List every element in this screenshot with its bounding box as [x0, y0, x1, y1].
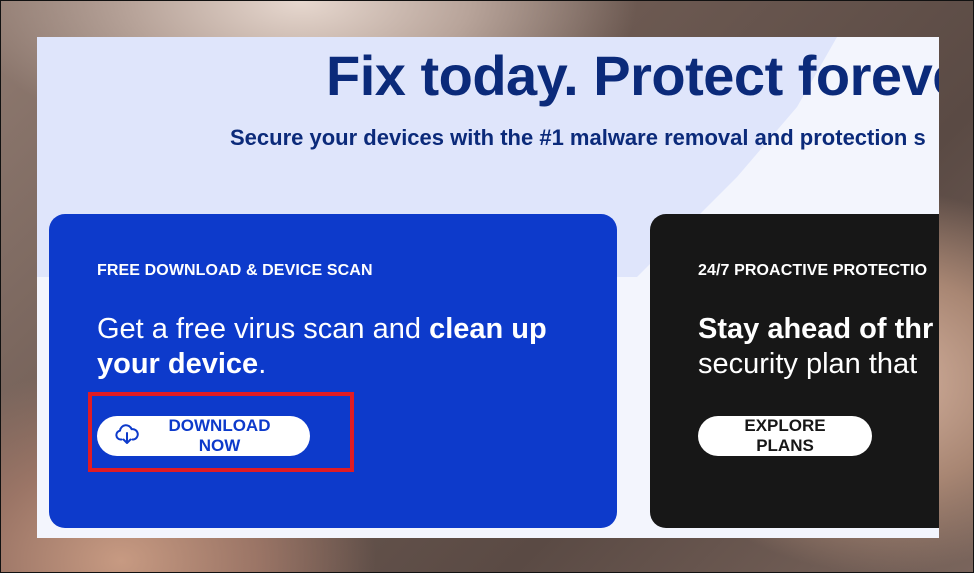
explore-plans-button[interactable]: EXPLORE PLANS — [698, 416, 872, 456]
cloud-download-icon — [115, 423, 139, 450]
hero-subheadline: Secure your devices with the #1 malware … — [230, 125, 926, 150]
protection-card: 24/7 PROACTIVE PROTECTIO Stay ahead of t… — [650, 214, 939, 528]
card-lead-regular: security plan that — [698, 348, 918, 380]
explore-plans-label: EXPLORE PLANS — [744, 416, 826, 455]
download-now-button[interactable]: DOWNLOAD NOW — [97, 416, 310, 456]
card-lead-regular: Get a free virus scan and — [97, 313, 430, 345]
card-eyebrow: FREE DOWNLOAD & DEVICE SCAN — [97, 262, 373, 279]
card-lead-bold: Stay ahead of thr — [698, 313, 934, 345]
free-download-card: FREE DOWNLOAD & DEVICE SCAN Get a free v… — [49, 214, 617, 528]
card-lead-end: . — [258, 348, 267, 380]
hero-headline: Fix today. Protect forever. — [326, 44, 939, 107]
card-lead: Get a free virus scan and clean up your … — [97, 312, 567, 382]
hero-panel: Fix today. Protect forever. Secure your … — [37, 37, 939, 538]
card-lead: Stay ahead of thr security plan that — [698, 312, 939, 382]
screenshot-frame: Fix today. Protect forever. Secure your … — [0, 0, 974, 573]
card-eyebrow: 24/7 PROACTIVE PROTECTIO — [698, 262, 928, 279]
download-now-label: DOWNLOAD NOW — [168, 416, 271, 455]
